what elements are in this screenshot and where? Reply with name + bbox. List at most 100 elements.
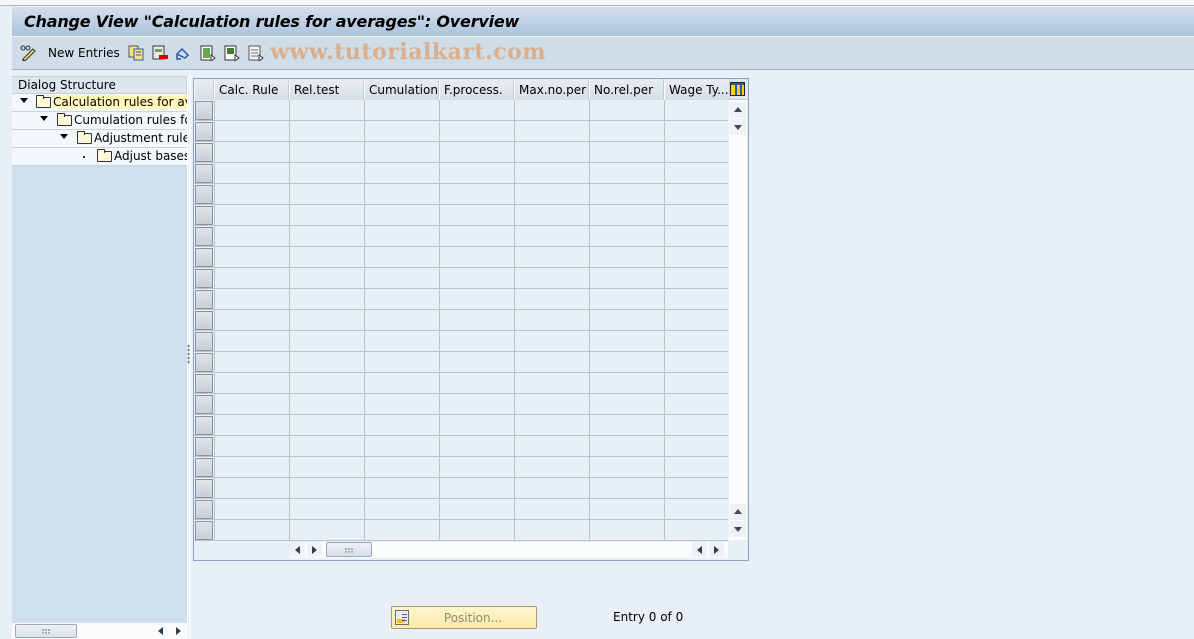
table-cell[interactable]: [289, 310, 364, 331]
row-selector[interactable]: [195, 185, 213, 204]
table-cell[interactable]: [439, 163, 514, 184]
table-cell[interactable]: [514, 499, 589, 520]
table-cell[interactable]: [664, 373, 728, 394]
table-cell[interactable]: [514, 352, 589, 373]
scroll-right-button[interactable]: [307, 542, 322, 557]
table-cell[interactable]: [289, 205, 364, 226]
table-cell[interactable]: [289, 100, 364, 121]
scroll-up-button[interactable]: [730, 102, 746, 118]
table-cell[interactable]: [589, 373, 664, 394]
table-cell[interactable]: [364, 415, 439, 436]
row-selector[interactable]: [195, 206, 213, 225]
table-cell[interactable]: [439, 394, 514, 415]
table-cell[interactable]: [289, 520, 364, 541]
table-vertical-scrollbar[interactable]: [729, 100, 747, 540]
table-cell[interactable]: [514, 184, 589, 205]
table-cell[interactable]: [664, 289, 728, 310]
table-cell[interactable]: [514, 100, 589, 121]
column-configuration-icon[interactable]: [730, 82, 745, 96]
table-cell[interactable]: [514, 289, 589, 310]
table-cell[interactable]: [589, 499, 664, 520]
table-cell[interactable]: [589, 520, 664, 541]
expand-triangle-icon[interactable]: [60, 134, 68, 139]
table-cell[interactable]: [439, 121, 514, 142]
table-cell[interactable]: [289, 478, 364, 499]
position-button[interactable]: Position...: [391, 606, 537, 629]
table-cell[interactable]: [439, 499, 514, 520]
table-horizontal-scrollbar[interactable]: [290, 542, 728, 558]
row-selector[interactable]: [195, 374, 213, 393]
table-cell[interactable]: [289, 121, 364, 142]
table-cell[interactable]: [664, 499, 728, 520]
table-cell[interactable]: [589, 121, 664, 142]
table-cell[interactable]: [589, 436, 664, 457]
table-cell[interactable]: [589, 478, 664, 499]
table-cell[interactable]: [664, 457, 728, 478]
row-selector[interactable]: [195, 143, 213, 162]
table-cell[interactable]: [664, 268, 728, 289]
delete-button[interactable]: [152, 45, 168, 61]
row-selector[interactable]: [195, 311, 213, 330]
table-cell[interactable]: [289, 247, 364, 268]
table-cell[interactable]: [364, 436, 439, 457]
table-cell[interactable]: [364, 121, 439, 142]
table-cell[interactable]: [664, 121, 728, 142]
table-cell[interactable]: [514, 520, 589, 541]
table-cell[interactable]: [364, 163, 439, 184]
table-cell[interactable]: [439, 100, 514, 121]
table-cell[interactable]: [589, 310, 664, 331]
table-cell[interactable]: [364, 457, 439, 478]
table-cell[interactable]: [514, 226, 589, 247]
table-cell[interactable]: [439, 184, 514, 205]
table-cell[interactable]: [439, 289, 514, 310]
table-cell[interactable]: [589, 247, 664, 268]
display-change-button[interactable]: [20, 45, 36, 61]
table-cell[interactable]: [514, 310, 589, 331]
table-cell[interactable]: [514, 415, 589, 436]
table-cell[interactable]: [514, 247, 589, 268]
table-cell[interactable]: [514, 394, 589, 415]
table-cell[interactable]: [214, 226, 289, 247]
row-selector[interactable]: [195, 290, 213, 309]
table-cell[interactable]: [439, 268, 514, 289]
table-cell[interactable]: [214, 394, 289, 415]
table-cell[interactable]: [589, 289, 664, 310]
table-cell[interactable]: [214, 373, 289, 394]
table-cell[interactable]: [664, 100, 728, 121]
column-header-rel-test[interactable]: Rel.test: [289, 79, 364, 100]
scroll-down-button[interactable]: [730, 119, 746, 135]
column-header-wage-type[interactable]: Wage Ty...: [664, 79, 730, 100]
table-cell[interactable]: [589, 163, 664, 184]
table-cell[interactable]: [664, 310, 728, 331]
column-header-calc-rule[interactable]: Calc. Rule: [214, 79, 289, 100]
table-cell[interactable]: [664, 205, 728, 226]
table-cell[interactable]: [289, 226, 364, 247]
table-cell[interactable]: [364, 289, 439, 310]
table-cell[interactable]: [214, 520, 289, 541]
table-cell[interactable]: [514, 121, 589, 142]
table-cell[interactable]: [214, 457, 289, 478]
row-selector[interactable]: [195, 332, 213, 351]
table-cell[interactable]: [439, 205, 514, 226]
table-cell[interactable]: [364, 520, 439, 541]
tree-node-cumulation-rules[interactable]: Cumulation rules for: [12, 112, 187, 130]
table-cell[interactable]: [214, 184, 289, 205]
table-cell[interactable]: [514, 373, 589, 394]
table-cell[interactable]: [214, 268, 289, 289]
scroll-left-button[interactable]: [290, 542, 305, 557]
row-selector[interactable]: [195, 164, 213, 183]
table-cell[interactable]: [289, 373, 364, 394]
row-selector[interactable]: [195, 227, 213, 246]
table-cell[interactable]: [439, 457, 514, 478]
row-selector[interactable]: [195, 122, 213, 141]
table-cell[interactable]: [214, 478, 289, 499]
table-cell[interactable]: [439, 331, 514, 352]
table-cell[interactable]: [664, 163, 728, 184]
table-cell[interactable]: [589, 142, 664, 163]
table-cell[interactable]: [514, 205, 589, 226]
table-cell[interactable]: [214, 310, 289, 331]
table-cell[interactable]: [439, 352, 514, 373]
table-cell[interactable]: [364, 184, 439, 205]
scroll-thumb[interactable]: [15, 624, 77, 638]
table-cell[interactable]: [589, 226, 664, 247]
